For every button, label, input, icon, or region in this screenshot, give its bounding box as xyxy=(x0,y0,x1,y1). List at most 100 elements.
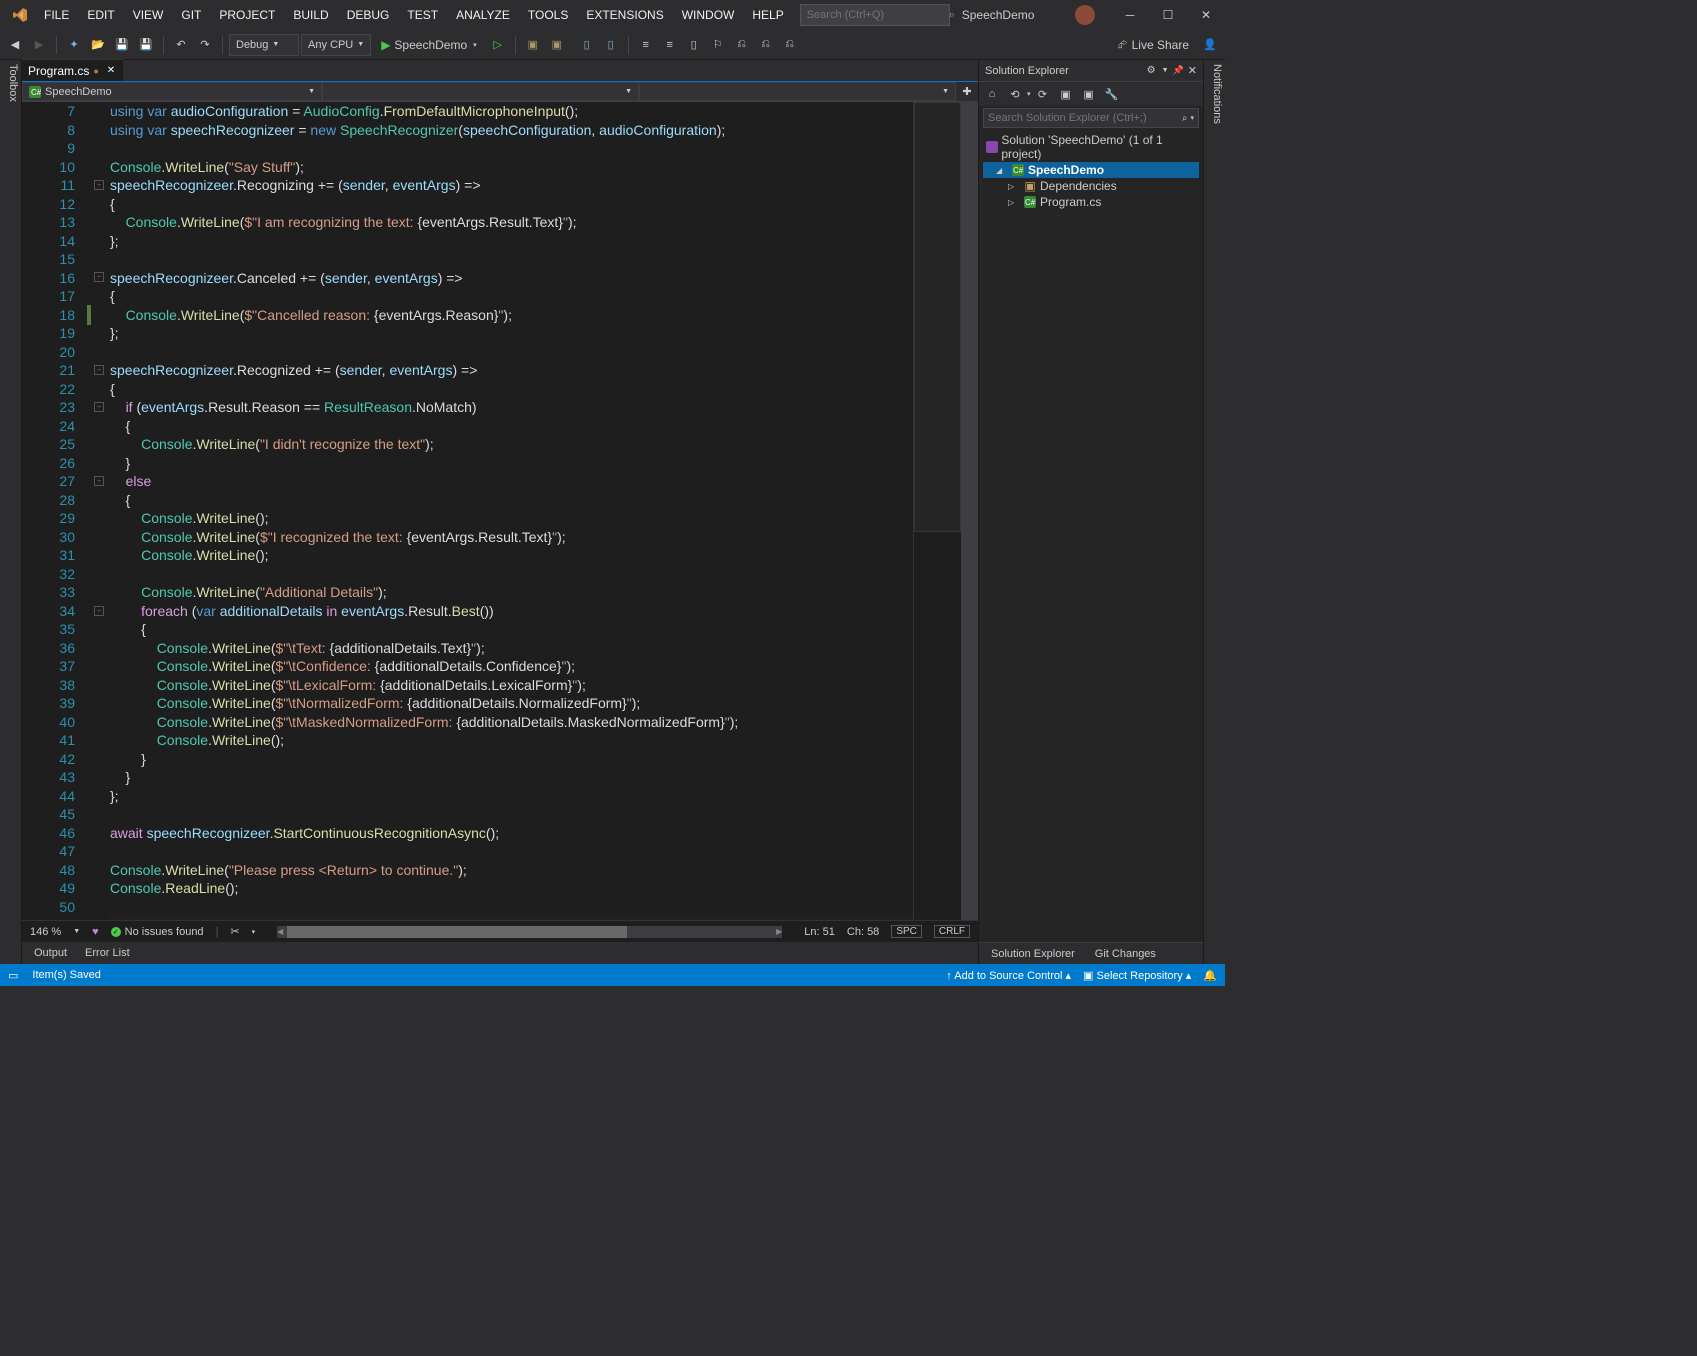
maximize-button[interactable]: ☐ xyxy=(1153,3,1183,27)
toolbar-icon-2[interactable]: ▣ xyxy=(546,34,568,56)
code-content[interactable]: using var audioConfiguration = AudioConf… xyxy=(108,102,913,920)
tree-project-speechdemo[interactable]: ◢ C# SpeechDemo xyxy=(983,162,1199,178)
toolbar-icon-4[interactable]: ▯ xyxy=(600,34,622,56)
menu-edit[interactable]: EDIT xyxy=(79,4,122,26)
global-search[interactable]: ⌕ xyxy=(800,4,950,26)
bookmark-icon[interactable]: ⚐ xyxy=(707,34,729,56)
tree-solution-root[interactable]: Solution 'SpeechDemo' (1 of 1 project) xyxy=(983,132,1199,162)
menu-analyze[interactable]: ANALYZE xyxy=(448,4,518,26)
tab-program-cs[interactable]: Program.cs ● ✕ xyxy=(22,59,123,81)
select-repository[interactable]: ▣ Select Repository ▴ xyxy=(1083,969,1191,982)
expand-arrow-icon[interactable]: ▷ xyxy=(1008,182,1020,191)
gear-icon[interactable]: ⚙ xyxy=(1147,65,1156,76)
notification-bell-icon[interactable]: 🔔 xyxy=(1203,969,1217,982)
toolbar-icon-6[interactable]: ⎌ xyxy=(755,34,777,56)
home-icon[interactable]: ⌂ xyxy=(981,83,1003,105)
status-saved: Item(s) Saved xyxy=(32,969,100,981)
account-icon[interactable]: 👤 xyxy=(1199,34,1221,56)
menu-view[interactable]: VIEW xyxy=(125,4,172,26)
fold-icon[interactable]: − xyxy=(94,272,104,282)
menu-help[interactable]: HELP xyxy=(744,4,791,26)
line-ending-indicator[interactable]: CRLF xyxy=(934,925,970,938)
horizontal-scrollbar[interactable]: ◀▶ xyxy=(277,926,782,938)
spaces-indicator[interactable]: SPC xyxy=(891,925,922,938)
nav-project-dropdown[interactable]: C# SpeechDemo▼ xyxy=(22,82,322,101)
menu-test[interactable]: TEST xyxy=(399,4,446,26)
tab-close-icon[interactable]: ✕ xyxy=(107,65,115,76)
expand-arrow-icon[interactable]: ◢ xyxy=(996,166,1008,175)
nav-type-dropdown[interactable]: ▼ xyxy=(322,82,639,101)
solution-search-input[interactable] xyxy=(988,112,1182,124)
health-icon[interactable]: ♥ xyxy=(92,926,99,938)
line-indicator[interactable]: Ln: 51 xyxy=(804,926,835,938)
toolbar-icon-3[interactable]: ▯ xyxy=(576,34,598,56)
fold-icon[interactable]: − xyxy=(94,180,104,190)
menu-file[interactable]: FILE xyxy=(36,4,77,26)
collapse-icon[interactable]: ▣ xyxy=(1055,83,1077,105)
solution-search[interactable]: ⌕▾ xyxy=(983,108,1199,128)
show-all-icon[interactable]: ▣ xyxy=(1078,83,1100,105)
undo-button[interactable]: ↶ xyxy=(170,34,192,56)
vertical-scrollbar[interactable] xyxy=(961,102,978,920)
live-share-button[interactable]: ⮳ Live Share xyxy=(1110,33,1197,56)
fold-icon[interactable]: − xyxy=(94,365,104,375)
issues-indicator[interactable]: ✓No issues found xyxy=(111,926,204,938)
outdent-icon[interactable]: ≡ xyxy=(659,34,681,56)
close-button[interactable]: ✕ xyxy=(1191,3,1221,27)
error-list-tab[interactable]: Error List xyxy=(77,945,138,961)
toolbar-icon-5[interactable]: ⎌ xyxy=(731,34,753,56)
tree-dependencies[interactable]: ▷ ▣ Dependencies xyxy=(983,178,1199,194)
indent-icon[interactable]: ≡ xyxy=(635,34,657,56)
start-without-debug-button[interactable]: ▷ xyxy=(487,34,509,56)
code-editor[interactable]: 7891011121314151617181920212223242526272… xyxy=(22,102,978,920)
global-search-input[interactable] xyxy=(807,9,949,21)
notifications-tab[interactable]: Notifications xyxy=(1203,60,1225,964)
fold-icon[interactable]: − xyxy=(94,402,104,412)
toolbox-tab[interactable]: Toolbox xyxy=(0,60,22,964)
dropdown-arrow-icon[interactable]: ▼ xyxy=(1162,67,1169,74)
new-project-icon[interactable]: ✦ xyxy=(63,34,85,56)
forward-button[interactable]: ▶ xyxy=(28,34,50,56)
toolbar-icon-7[interactable]: ⎌ xyxy=(779,34,801,56)
menu-tools[interactable]: TOOLS xyxy=(520,4,576,26)
nav-member-dropdown[interactable]: ▼ xyxy=(639,82,956,101)
open-icon[interactable]: 📂 xyxy=(87,34,109,56)
scissors-icon[interactable]: ✂ xyxy=(230,925,239,938)
fold-icon[interactable]: − xyxy=(94,476,104,486)
save-all-icon[interactable]: 💾 xyxy=(135,34,157,56)
config-dropdown[interactable]: Debug▼ xyxy=(229,34,299,56)
platform-dropdown[interactable]: Any CPU▼ xyxy=(301,34,371,56)
properties-icon[interactable]: 🔧 xyxy=(1101,83,1123,105)
git-changes-tab[interactable]: Git Changes xyxy=(1087,946,1164,962)
add-to-source-control[interactable]: ↑ Add to Source Control ▴ xyxy=(946,969,1071,982)
menu-git[interactable]: GIT xyxy=(173,4,209,26)
save-icon[interactable]: 💾 xyxy=(111,34,133,56)
fold-icon[interactable]: − xyxy=(94,606,104,616)
menu-build[interactable]: BUILD xyxy=(285,4,336,26)
menu-project[interactable]: PROJECT xyxy=(211,4,283,26)
csharp-file-icon: C# xyxy=(1023,196,1037,208)
menu-window[interactable]: WINDOW xyxy=(674,4,743,26)
comment-icon[interactable]: ▯ xyxy=(683,34,705,56)
status-bar: ▭ Item(s) Saved ↑ Add to Source Control … xyxy=(0,964,1225,986)
avatar-icon[interactable] xyxy=(1075,5,1095,25)
char-indicator[interactable]: Ch: 58 xyxy=(847,926,879,938)
menu-extensions[interactable]: EXTENSIONS xyxy=(578,4,671,26)
tree-program-cs[interactable]: ▷ C# Program.cs xyxy=(983,194,1199,210)
split-editor-icon[interactable]: ✚ xyxy=(956,81,978,103)
toolbar-icon-1[interactable]: ▣ xyxy=(522,34,544,56)
redo-button[interactable]: ↷ xyxy=(194,34,216,56)
back-button[interactable]: ◀ xyxy=(4,34,26,56)
refresh-icon[interactable]: ⟳ xyxy=(1032,83,1054,105)
menu-debug[interactable]: DEBUG xyxy=(339,4,398,26)
minimap[interactable] xyxy=(913,102,961,920)
solution-explorer-tab[interactable]: Solution Explorer xyxy=(983,946,1083,962)
close-icon[interactable]: ✕ xyxy=(1188,64,1197,77)
zoom-level[interactable]: 146 % xyxy=(30,926,61,938)
expand-arrow-icon[interactable]: ▷ xyxy=(1008,198,1020,207)
minimize-button[interactable]: ─ xyxy=(1115,3,1145,27)
output-tab[interactable]: Output xyxy=(26,945,75,961)
switch-view-icon[interactable]: ⟲ xyxy=(1004,83,1026,105)
start-debug-button[interactable]: ▶ SpeechDemo ▾ xyxy=(373,34,484,56)
pin-icon[interactable]: 📌 xyxy=(1173,65,1184,76)
